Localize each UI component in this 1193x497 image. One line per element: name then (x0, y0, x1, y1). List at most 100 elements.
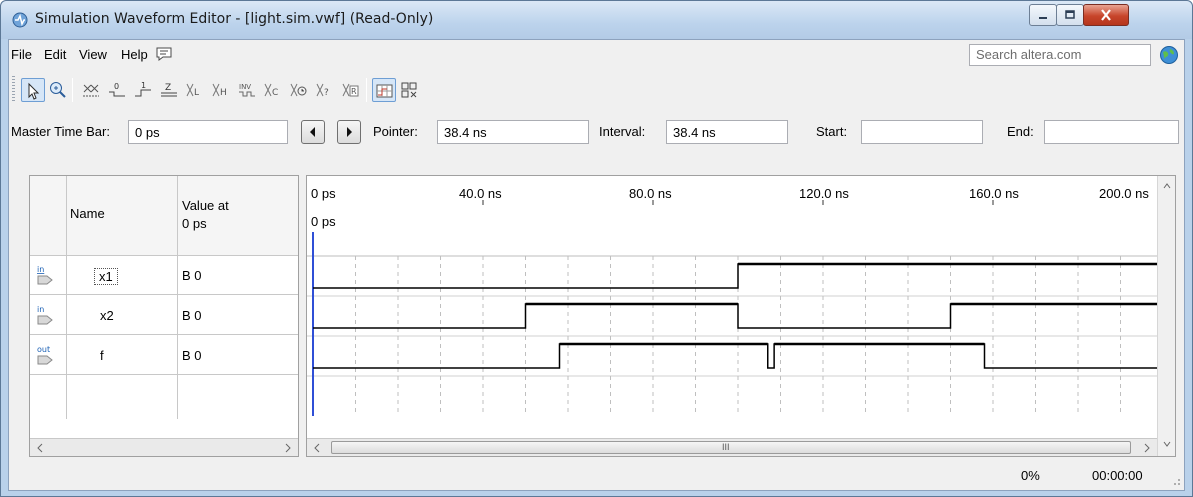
waveform-f[interactable] (313, 343, 1157, 369)
signal-row-x1[interactable]: in x1 B 0 (30, 256, 298, 295)
close-icon (1101, 9, 1111, 21)
title-bar: Simulation Waveform Editor - [light.sim.… (1, 1, 1192, 39)
next-transition-button[interactable] (337, 120, 361, 144)
menu-view[interactable]: View (79, 47, 107, 62)
select-tool-button[interactable] (21, 78, 45, 102)
minimize-icon (1039, 17, 1047, 19)
previous-transition-button[interactable] (301, 120, 325, 144)
maximize-button[interactable] (1056, 4, 1084, 26)
waveform-horizontal-scrollbar[interactable]: III (307, 438, 1157, 456)
output-pin-icon: out (37, 345, 53, 365)
input-pin-icon: in (37, 305, 53, 325)
scroll-right-icon[interactable] (284, 443, 292, 453)
arbitrary-value-button[interactable]: ? (313, 78, 337, 102)
menu-help[interactable]: Help (121, 47, 148, 62)
editor-client-area: File Edit View Help Search altera.com 0 … (8, 39, 1185, 491)
resize-grip-icon[interactable] (1171, 476, 1181, 486)
weak-high-button[interactable]: H (209, 78, 233, 102)
signal-list-panel: Name Value at 0 ps in x1 B 0 in x2 B 0 o… (29, 175, 299, 457)
select-icon (28, 82, 40, 100)
dont-care-icon (83, 84, 99, 97)
input-pin-icon: in (37, 265, 53, 285)
scroll-down-icon[interactable] (1163, 440, 1171, 448)
weak-high-icon: H (212, 83, 227, 98)
minimize-button[interactable] (1029, 4, 1057, 26)
menu-bar: File Edit View Help Search altera.com (9, 40, 1184, 71)
arbitrary-value-icon: ? (316, 83, 329, 98)
zoom-tool-button[interactable] (46, 78, 70, 102)
master-time-bar-field[interactable]: 0 ps (128, 120, 288, 144)
globe-icon[interactable] (1159, 45, 1179, 65)
signal-name[interactable]: x1 (94, 268, 118, 285)
end-label: End: (1007, 124, 1034, 139)
scroll-left-icon[interactable] (313, 443, 321, 453)
toolbar-grip[interactable] (12, 76, 15, 102)
end-field[interactable] (1044, 120, 1179, 144)
weak-low-icon: L (186, 83, 199, 98)
invert-button[interactable]: INV (235, 78, 259, 102)
waveform-canvas[interactable] (307, 176, 1157, 438)
elapsed-time: 00:00:00 (1092, 468, 1143, 483)
snap-to-grid-icon (376, 84, 393, 98)
master-time-bar-label: Master Time Bar: (11, 124, 110, 139)
svg-text:0: 0 (114, 82, 119, 91)
waveform-x1[interactable] (313, 263, 1157, 289)
start-field[interactable] (861, 120, 983, 144)
toolbar-separator (366, 78, 367, 102)
pointer-label: Pointer: (373, 124, 418, 139)
menu-file[interactable]: File (11, 47, 32, 62)
zoom-icon (50, 82, 66, 98)
svg-text:R: R (351, 87, 357, 96)
force-low-button[interactable]: 0 (105, 78, 129, 102)
waveform-panel: 0 ps 40.0 ns 80.0 ns 120.0 ns 160.0 ns 200.0 … (306, 175, 1176, 457)
svg-text:in: in (37, 265, 44, 274)
clock-icon (290, 83, 307, 97)
sort-button[interactable] (398, 78, 422, 102)
random-value-icon: R (342, 83, 359, 97)
maximize-icon (1065, 10, 1075, 19)
close-button[interactable] (1083, 4, 1129, 26)
count-value-icon: C (264, 83, 278, 98)
high-impedance-icon: Z (161, 83, 177, 97)
svg-text:C: C (272, 88, 278, 98)
progress-percent: 0% (1021, 468, 1040, 483)
pointer-field[interactable]: 38.4 ns (437, 120, 589, 144)
signal-row-f[interactable]: out f B 0 (30, 336, 298, 375)
force-high-button[interactable]: 1 (131, 78, 155, 102)
menu-edit[interactable]: Edit (44, 47, 66, 62)
name-column-header[interactable]: Name (70, 206, 105, 221)
signal-row-x2[interactable]: in x2 B 0 (30, 296, 298, 335)
waveform-vertical-scrollbar[interactable] (1157, 176, 1175, 456)
scroll-right-icon[interactable] (1143, 443, 1151, 453)
svg-text:out: out (37, 345, 50, 354)
search-input[interactable]: Search altera.com (969, 44, 1151, 66)
clock-button[interactable] (287, 78, 311, 102)
force-low-icon: 0 (109, 82, 125, 97)
feedback-icon[interactable] (155, 46, 173, 62)
scroll-up-icon[interactable] (1163, 182, 1171, 190)
left-arrow-icon (310, 127, 315, 137)
waveform-x2[interactable] (313, 303, 1157, 329)
signal-name[interactable]: f (100, 348, 104, 363)
random-value-button[interactable]: R (339, 78, 363, 102)
scroll-left-icon[interactable] (36, 443, 44, 453)
window-title: Simulation Waveform Editor - [light.sim.… (35, 11, 434, 27)
dont-care-button[interactable] (79, 78, 103, 102)
status-bar: 0% 00:00:00 (9, 460, 1184, 490)
scroll-thumb[interactable]: III (331, 441, 1131, 454)
signal-list-header: Name Value at 0 ps (30, 176, 298, 256)
weak-low-button[interactable]: L (183, 78, 207, 102)
start-label: Start: (816, 124, 848, 139)
signal-name[interactable]: x2 (100, 308, 114, 323)
interval-field[interactable]: 38.4 ns (666, 120, 788, 144)
svg-text:1: 1 (141, 81, 146, 90)
value-column-header[interactable]: Value at (182, 198, 229, 213)
simulation-waveform-editor-window: Simulation Waveform Editor - [light.sim.… (0, 0, 1193, 497)
count-value-button[interactable]: C (261, 78, 285, 102)
signal-list-horizontal-scrollbar[interactable] (30, 438, 298, 456)
high-impedance-button[interactable]: Z (157, 78, 181, 102)
signal-value: B 0 (182, 268, 202, 283)
snap-to-grid-button[interactable] (372, 78, 396, 102)
toolbar: 0 1 Z L H INV C ? R (9, 71, 1184, 109)
svg-text:Z: Z (165, 83, 171, 93)
